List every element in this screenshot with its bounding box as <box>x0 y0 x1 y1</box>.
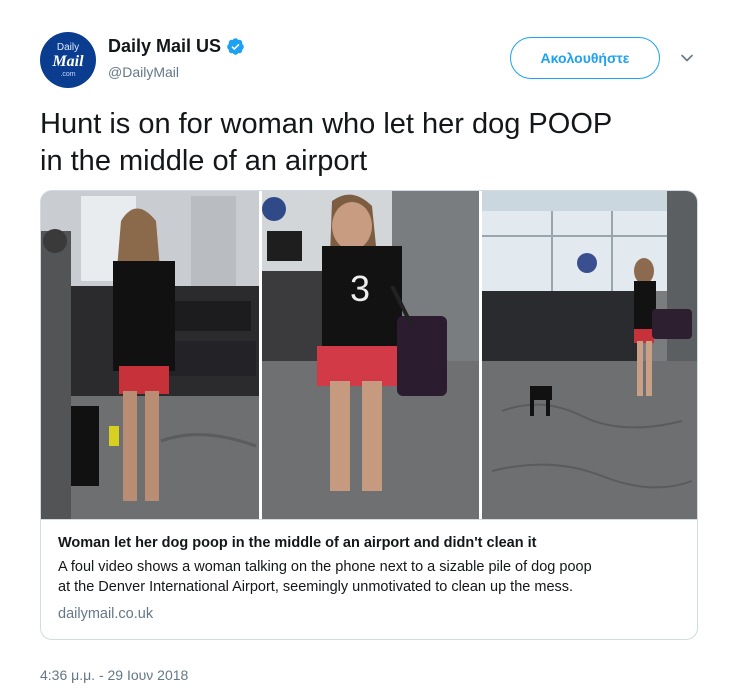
card-photo-2[interactable]: 3 <box>262 191 479 519</box>
display-name[interactable]: Daily Mail US <box>108 36 221 57</box>
author-name-row[interactable]: Daily Mail US <box>108 36 245 57</box>
card-photo-1[interactable] <box>41 191 259 519</box>
verified-badge-icon <box>227 38 244 55</box>
tweet: Daily Mail .com Daily Mail US @DailyMail… <box>0 0 735 696</box>
avatar-text-bottom: .com <box>60 70 76 78</box>
follow-button[interactable]: Ακολουθήστε <box>510 37 660 79</box>
avatar[interactable]: Daily Mail .com <box>40 32 96 88</box>
card-description-line-1: A foul video shows a woman talking on th… <box>58 559 592 575</box>
airport-photo-3 <box>482 191 697 519</box>
account-handle[interactable]: @DailyMail <box>108 64 179 80</box>
chevron-down-icon[interactable] <box>680 51 694 65</box>
card-description-line-2: at the Denver International Airport, see… <box>58 579 574 595</box>
airport-photo-2: 3 <box>262 191 479 519</box>
card-title[interactable]: Woman let her dog poop in the middle of … <box>58 534 680 553</box>
link-card[interactable]: 3 Woman let her dog poop in the middle o… <box>40 190 698 640</box>
avatar-text-top: Daily <box>56 41 80 53</box>
tweet-text-line-1: Hunt is on for woman who let her dog POO… <box>40 108 613 140</box>
card-description: A foul video shows a woman talking on th… <box>58 557 680 597</box>
avatar-text-main: Mail <box>52 52 84 70</box>
card-domain[interactable]: dailymail.co.uk <box>58 606 680 622</box>
card-body[interactable]: Woman let her dog poop in the middle of … <box>41 519 697 639</box>
card-photo-3[interactable] <box>482 191 697 519</box>
tweet-text-line-2: in the middle of an airport <box>40 145 368 177</box>
airport-photo-1 <box>41 191 259 519</box>
tweet-timestamp[interactable]: 4:36 μ.μ. - 29 Ιουν 2018 <box>40 667 188 683</box>
card-image-strip[interactable]: 3 <box>41 191 697 519</box>
tweet-text: Hunt is on for woman who let her dog POO… <box>40 106 700 180</box>
svg-text:3: 3 <box>350 268 370 309</box>
